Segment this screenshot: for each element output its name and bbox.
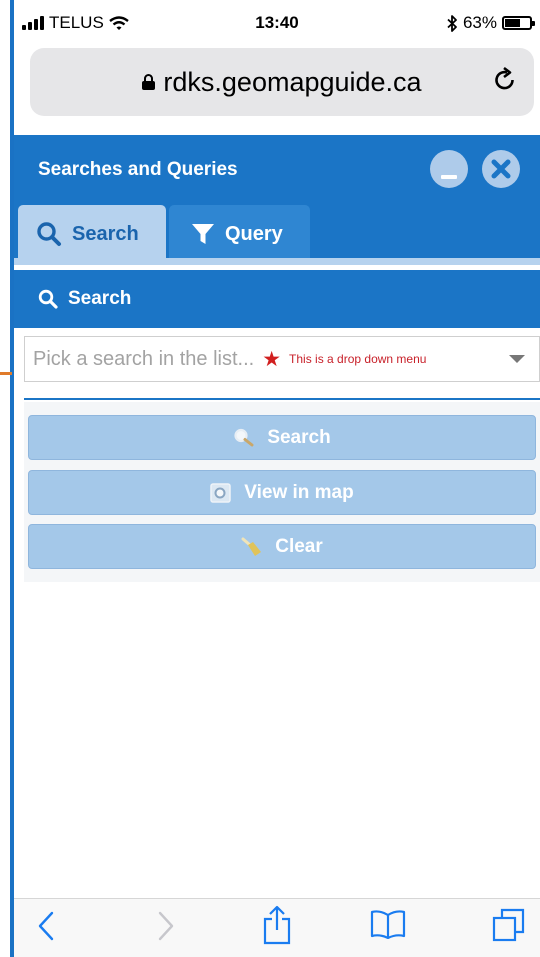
tab-search-label: Search <box>72 222 139 245</box>
search-select[interactable]: Pick a search in the list... ★ This is a… <box>24 336 540 382</box>
view-in-map-button[interactable]: View in map <box>28 470 536 515</box>
url-text: rdks.geomapguide.ca <box>163 66 422 97</box>
status-left: TELUS <box>22 13 129 33</box>
carrier-label: TELUS <box>49 13 104 32</box>
minimize-button[interactable] <box>430 150 468 188</box>
panel-title: Searches and Queries <box>38 159 238 180</box>
broom-icon <box>241 537 262 556</box>
reload-icon[interactable] <box>494 66 516 90</box>
status-right: 63% <box>447 13 535 33</box>
address-bar[interactable]: rdks.geomapguide.ca <box>30 48 534 116</box>
clear-button-label: Clear <box>275 535 323 557</box>
close-icon <box>491 159 511 179</box>
tabs-icon[interactable] <box>492 907 526 943</box>
magnifier-icon <box>234 428 254 446</box>
lock-icon <box>142 74 156 90</box>
wifi-icon <box>109 15 129 30</box>
view-in-map-label: View in map <box>244 481 354 503</box>
chevron-down-icon <box>509 355 525 363</box>
search-button[interactable]: Search <box>28 415 536 460</box>
funnel-icon <box>192 224 214 244</box>
tab-search[interactable]: Search <box>18 205 166 263</box>
star-icon: ★ <box>262 347 282 371</box>
status-bar: TELUS 13:40 63% <box>14 0 540 46</box>
bluetooth-icon <box>447 14 457 32</box>
phone-screen: TELUS 13:40 63% rdks.geomapguide.ca Sear… <box>14 0 540 957</box>
battery-icon <box>502 16 535 30</box>
back-icon[interactable] <box>36 909 56 943</box>
search-button-label: Search <box>267 426 331 448</box>
browser-toolbar <box>14 898 540 957</box>
tab-underline <box>14 258 540 265</box>
search-select-placeholder: Pick a search in the list... <box>33 347 255 370</box>
dropdown-annotation: This is a drop down menu <box>289 352 427 366</box>
signal-icon <box>22 16 44 30</box>
address-display: rdks.geomapguide.ca <box>142 66 422 98</box>
share-icon[interactable] <box>261 905 293 945</box>
search-icon <box>38 289 58 309</box>
search-section-header: Search <box>14 270 540 328</box>
battery-level-fill <box>505 19 520 27</box>
close-button[interactable] <box>482 150 520 188</box>
tab-query-label: Query <box>225 222 283 245</box>
section-title: Search <box>68 288 132 309</box>
clear-button[interactable]: Clear <box>28 524 536 569</box>
left-orange-tick <box>0 372 12 375</box>
map-zoom-icon <box>210 482 232 503</box>
bookmarks-icon[interactable] <box>370 909 406 939</box>
tab-query[interactable]: Query <box>169 205 310 263</box>
battery-percent: 63% <box>462 13 497 32</box>
forward-icon[interactable] <box>156 909 176 943</box>
search-icon <box>37 222 61 246</box>
left-edge-marker <box>0 0 14 957</box>
section-divider <box>24 398 540 400</box>
